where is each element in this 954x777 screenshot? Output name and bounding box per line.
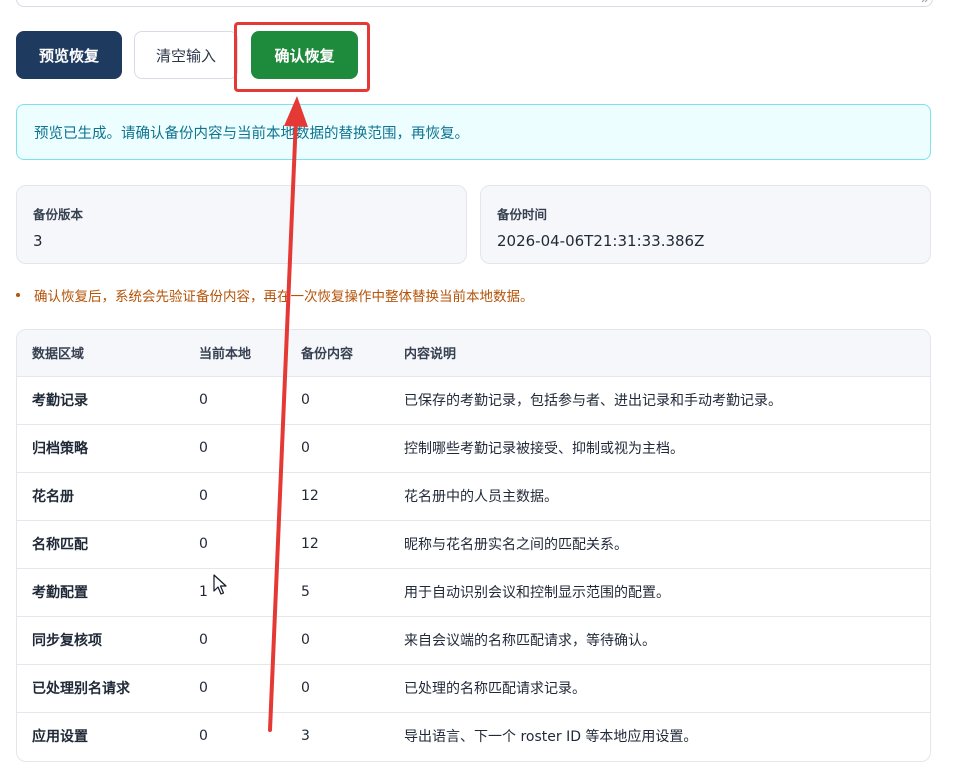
table-row: 考勤配置 1 5 用于自动识别会议和控制显示范围的配置。 bbox=[17, 568, 930, 616]
table-row: 已处理别名请求 0 0 已处理的名称匹配请求记录。 bbox=[17, 664, 930, 712]
bullet-icon bbox=[16, 293, 20, 297]
table-header-row: 数据区域 当前本地 备份内容 内容说明 bbox=[17, 330, 930, 376]
row-description: 花名册中的人员主数据。 bbox=[404, 489, 558, 505]
restore-input-textarea[interactable] bbox=[16, 0, 933, 7]
row-area: 花名册 bbox=[32, 489, 74, 505]
row-area: 已处理别名请求 bbox=[32, 681, 130, 697]
row-description: 导出语言、下一个 roster ID 等本地应用设置。 bbox=[404, 729, 698, 746]
restore-warning-text: 确认恢复后，系统会先验证备份内容，再在一次恢复操作中整体替换当前本地数据。 bbox=[34, 289, 534, 305]
alert-message: 预览已生成。请确认备份内容与当前本地数据的替换范围，再恢复。 bbox=[34, 125, 469, 142]
mouse-cursor-icon bbox=[213, 574, 227, 595]
row-backup-count: 0 bbox=[301, 392, 310, 408]
row-backup-count: 5 bbox=[301, 584, 310, 600]
row-area: 归档策略 bbox=[32, 441, 88, 457]
row-area: 名称匹配 bbox=[32, 537, 88, 553]
backup-version-value: 3 bbox=[33, 232, 43, 250]
row-description: 用于自动识别会议和控制显示范围的配置。 bbox=[404, 585, 670, 601]
table-row: 名称匹配 0 12 昵称与花名册实名之间的匹配关系。 bbox=[17, 520, 930, 568]
table-row: 花名册 0 12 花名册中的人员主数据。 bbox=[17, 472, 930, 520]
row-area: 考勤配置 bbox=[32, 585, 88, 601]
clear-input-button[interactable]: 清空输入 bbox=[134, 31, 238, 79]
row-backup-count: 3 bbox=[301, 728, 310, 745]
table-row: 同步复核项 0 0 来自会议端的名称匹配请求，等待确认。 bbox=[17, 616, 930, 664]
preview-restore-button[interactable]: 预览恢复 bbox=[16, 31, 122, 79]
row-backup-count: 0 bbox=[301, 440, 310, 456]
table-row: 考勤记录 0 0 已保存的考勤记录，包括参与者、进出记录和手动考勤记录。 bbox=[17, 376, 930, 424]
table-row: 归档策略 0 0 控制哪些考勤记录被接受、抑制或视为主档。 bbox=[17, 424, 930, 472]
row-description: 已保存的考勤记录，包括参与者、进出记录和手动考勤记录。 bbox=[404, 393, 782, 409]
header-description: 内容说明 bbox=[404, 347, 457, 363]
row-description: 控制哪些考勤记录被接受、抑制或视为主档。 bbox=[404, 441, 684, 457]
restore-scope-table: 数据区域 当前本地 备份内容 内容说明 考勤记录 0 0 已保存的考勤记录，包括… bbox=[16, 329, 931, 762]
backup-time-card: 备份时间 2026-04-06T21:31:33.386Z bbox=[480, 185, 931, 264]
row-local-count: 0 bbox=[199, 536, 208, 552]
row-backup-count: 0 bbox=[301, 680, 310, 696]
row-local-count: 0 bbox=[199, 728, 208, 745]
row-local-count: 0 bbox=[199, 680, 208, 696]
backup-time-value: 2026-04-06T21:31:33.386Z bbox=[497, 232, 705, 250]
backup-time-label: 备份时间 bbox=[497, 207, 548, 222]
preview-status-alert: 预览已生成。请确认备份内容与当前本地数据的替换范围，再恢复。 bbox=[16, 104, 931, 160]
row-backup-count: 12 bbox=[301, 536, 319, 552]
resize-grip-icon[interactable] bbox=[921, 0, 929, 3]
annotation-highlight-box bbox=[234, 22, 370, 92]
row-local-count: 0 bbox=[199, 392, 208, 408]
header-local: 当前本地 bbox=[199, 347, 252, 363]
row-area: 同步复核项 bbox=[32, 633, 102, 649]
row-area: 应用设置 bbox=[32, 729, 88, 746]
backup-version-card: 备份版本 3 bbox=[16, 185, 467, 264]
backup-version-label: 备份版本 bbox=[33, 207, 84, 222]
row-area: 考勤记录 bbox=[32, 393, 88, 409]
header-area: 数据区域 bbox=[32, 347, 85, 363]
row-local-count: 0 bbox=[199, 488, 208, 504]
row-description: 昵称与花名册实名之间的匹配关系。 bbox=[404, 537, 628, 553]
row-local-count: 0 bbox=[199, 632, 208, 648]
header-backup: 备份内容 bbox=[301, 347, 354, 363]
row-backup-count: 0 bbox=[301, 632, 310, 648]
row-description: 已处理的名称匹配请求记录。 bbox=[404, 681, 586, 697]
restore-warning-note: 确认恢复后，系统会先验证备份内容，再在一次恢复操作中整体替换当前本地数据。 bbox=[16, 285, 534, 305]
table-row: 应用设置 0 3 导出语言、下一个 roster ID 等本地应用设置。 bbox=[17, 712, 930, 760]
row-local-count: 0 bbox=[199, 440, 208, 456]
row-description: 来自会议端的名称匹配请求，等待确认。 bbox=[404, 633, 656, 649]
row-backup-count: 12 bbox=[301, 488, 319, 504]
